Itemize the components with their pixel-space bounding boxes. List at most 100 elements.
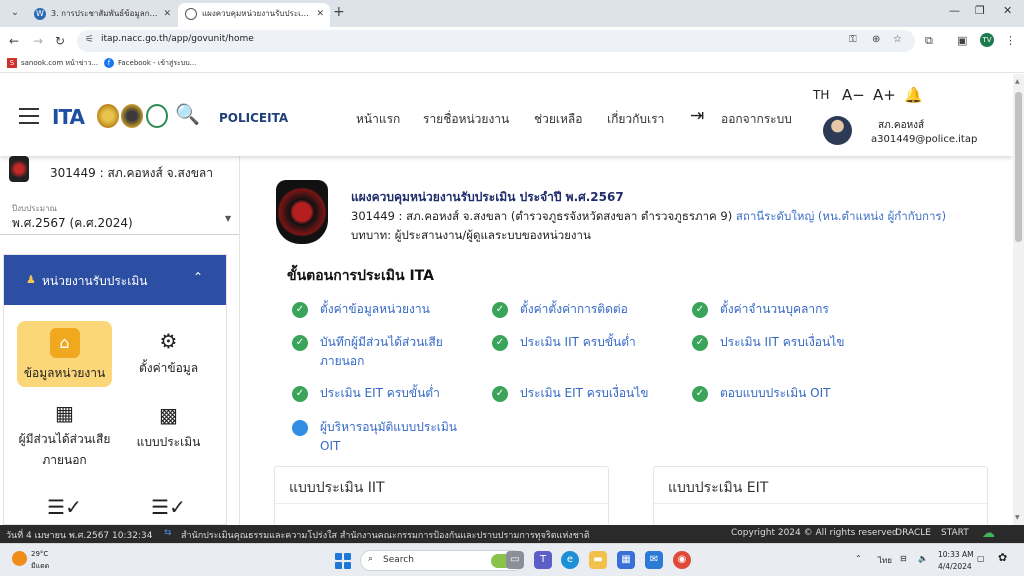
taskbar-search[interactable]: ⌕ Search [360,550,524,571]
reload-icon[interactable]: ↻ [55,34,65,48]
zoom-icon[interactable]: ⊕ [872,34,880,45]
menu-label: ตั้งค่าข้อมูล [138,361,199,375]
check-circle-icon: ✓ [492,386,508,402]
menu-assessment[interactable]: ▩ แบบประเมิน [121,403,216,452]
menu-stakeholders[interactable]: ▦ ผู้มีส่วนได้ส่วนเสีย ภายนอก [17,403,112,471]
forward-icon[interactable]: → [33,34,43,48]
site-info-icon[interactable]: ⚟ [85,34,94,45]
page-scrollbar[interactable]: ▲ ▼ [1013,74,1024,525]
tab-close-icon[interactable]: ✕ [316,3,324,25]
browser-tab-strip: ⌄ W 3. การประชาสัมพันธ์ข้อมูลการประเมิ ✕… [0,0,1024,27]
royal-seal-logo [97,104,119,128]
menu-checklist-1[interactable]: ☰✓ [17,495,112,525]
url-text[interactable]: itap.nacc.go.th/app/govunit/home [101,34,254,44]
scrollbar-thumb[interactable] [1015,92,1022,242]
tab-close-icon[interactable]: ✕ [163,3,171,25]
input-language[interactable]: ไทย [878,554,892,567]
minimize-icon[interactable]: — [949,4,960,17]
menu-checklist-2[interactable]: ☰✓ [121,495,216,525]
ita-logo[interactable]: ITA [52,105,85,129]
page-title: แผงควบคุมหน่วยงานรับประเมิน ประจำปี พ.ศ.… [351,190,624,204]
nav-about[interactable]: เกี่ยวกับเรา [607,110,664,129]
windows-start-icon[interactable] [335,553,351,569]
store-icon[interactable]: ▦ [617,551,635,569]
weather-sun-icon[interactable] [12,551,27,566]
notification-bell-icon[interactable]: 🔔 [904,86,923,104]
footer-oracle: ORACLE [895,528,931,538]
notification-icon[interactable]: ▢ [977,554,985,563]
scroll-up-icon[interactable]: ▲ [1015,78,1020,85]
divider [275,503,608,504]
font-increase-button[interactable]: A+ [873,86,896,104]
task-view-icon[interactable]: ▭ [506,551,524,569]
logout-icon[interactable]: ⇥ [690,106,704,126]
browser-tab-1[interactable]: W 3. การประชาสัมพันธ์ข้อมูลการประเมิ ✕ [27,3,177,27]
dropdown-caret-icon[interactable]: ▼ [225,214,231,223]
web-page: ITA 🔍 POLICEITA หน้าแรก รายชื่อหน่วยงาน … [0,74,1013,525]
step-item[interactable]: ✓ ประเมิน EIT ครบเงื่อนไข [492,384,700,403]
scroll-down-icon[interactable]: ▼ [1015,514,1020,521]
chevron-up-icon[interactable]: ⌃ [193,270,203,284]
volume-icon[interactable]: 🔈 [918,554,928,563]
chrome-menu-icon[interactable]: ⋮ [1005,34,1016,47]
step-item[interactable]: ✓ บันทึกผู้มีส่วนได้ส่วนเสีย ภายนอก [292,333,460,371]
file-explorer-icon[interactable]: ▬ [589,551,607,569]
restore-icon[interactable]: ❐ [975,4,985,17]
font-decrease-button[interactable]: A− [842,86,865,104]
menu-settings[interactable]: ⚙ ตั้งค่าข้อมูล [121,329,216,378]
unit-menu-header[interactable]: ♟ หน่วยงานรับประเมิน ⌃ [4,255,226,305]
step-item[interactable]: ✓ ประเมิน EIT ครบขั้นต่ำ [292,384,500,403]
step-label: ตั้งค่าข้อมูลหน่วยงาน [320,302,430,316]
step-item[interactable]: ✓ ตั้งค่าจำนวนบุคลากร [692,300,900,319]
browser-tab-2-active[interactable]: แผงควบคุมหน่วยงานรับประเมิน - ITA ✕ [178,3,330,27]
new-tab-button[interactable]: + [333,4,345,20]
facebook-icon: f [104,58,114,68]
nacc-seal-logo [146,104,168,128]
unit-emblem-icon [9,156,29,182]
bookmark-star-icon[interactable]: ☆ [893,34,902,45]
step-item[interactable]: ✓ ตั้งค่าตั้งค่าการติดต่อ [492,300,700,319]
nav-home[interactable]: หน้าแรก [356,110,400,129]
site-footer-bar: วันที่ 4 เมษายน พ.ศ.2567 10:32:34 ⇆ สำนั… [0,525,1024,543]
chrome-icon[interactable]: ◉ [673,551,691,569]
step-item[interactable]: ✓ ประเมิน IIT ครบขั้นต่ำ [492,333,700,352]
step-item[interactable]: ✓ ตอบแบบประเมิน OIT [692,384,900,403]
step-item[interactable]: ✓ ตั้งค่าข้อมูลหน่วยงาน [292,300,500,319]
profile-avatar[interactable]: TV [980,33,994,47]
bookmark-facebook[interactable]: f Facebook - เข้าสู่ระบบ... [104,58,196,69]
back-icon[interactable]: ← [9,34,19,48]
fiscal-year-select[interactable]: พ.ศ.2567 (ค.ศ.2024) [12,214,133,233]
step-label: ประเมิน EIT ครบขั้นต่ำ [320,386,440,400]
unit-level-link[interactable]: สถานีระดับใหญ่ (หน.ตำแหน่ง ผู้กำกับการ) [736,209,946,223]
check-circle-icon: ✓ [492,335,508,351]
network-icon[interactable]: ⊟ [900,554,907,563]
user-avatar[interactable] [823,116,852,145]
clock-time[interactable]: 10:33 AM [938,550,974,559]
step-item[interactable]: ✓ ประเมิน IIT ครบเงื่อนไข [692,333,900,352]
password-key-icon[interactable]: ⚿ [849,34,857,45]
mail-icon[interactable]: ✉ [645,551,663,569]
menu-unit-info[interactable]: ⌂ ข้อมูลหน่วยงาน [17,321,112,387]
step-item-pending[interactable]: ผู้บริหารอนุมัติแบบประเมิน OIT [292,418,470,456]
teams-icon[interactable]: T [534,551,552,569]
pending-circle-icon [292,420,308,436]
tab-title: 3. การประชาสัมพันธ์ข้อมูลการประเมิ [51,9,159,18]
nav-help[interactable]: ช่วยเหลือ [534,110,583,129]
close-window-icon[interactable]: ✕ [1003,4,1012,17]
search-placeholder: Search [383,555,414,565]
logout-link[interactable]: ออกจากระบบ [721,110,792,129]
eit-card: แบบประเมิน EIT [653,466,988,525]
tab-search-icon[interactable]: ⌄ [7,5,23,21]
tray-chevron-icon[interactable]: ⌃ [855,554,862,563]
copilot-icon[interactable]: ✿ [998,551,1007,564]
bookmark-sanook[interactable]: S sanook.com หน้าข่าว... [7,58,98,69]
check-circle-icon: ✓ [292,335,308,351]
side-panel-icon[interactable]: ▣ [957,34,967,47]
clock-date[interactable]: 4/4/2024 [938,562,972,571]
nav-unit-list[interactable]: รายชื่อหน่วยงาน [423,110,509,129]
language-switch[interactable]: TH [813,88,829,102]
hamburger-menu-icon[interactable] [19,108,39,124]
address-bar[interactable]: ⚟ itap.nacc.go.th/app/govunit/home ⚿ ⊕ ☆ [77,30,915,52]
extensions-icon[interactable]: ⧉ [925,34,933,48]
edge-icon[interactable]: e [561,551,579,569]
